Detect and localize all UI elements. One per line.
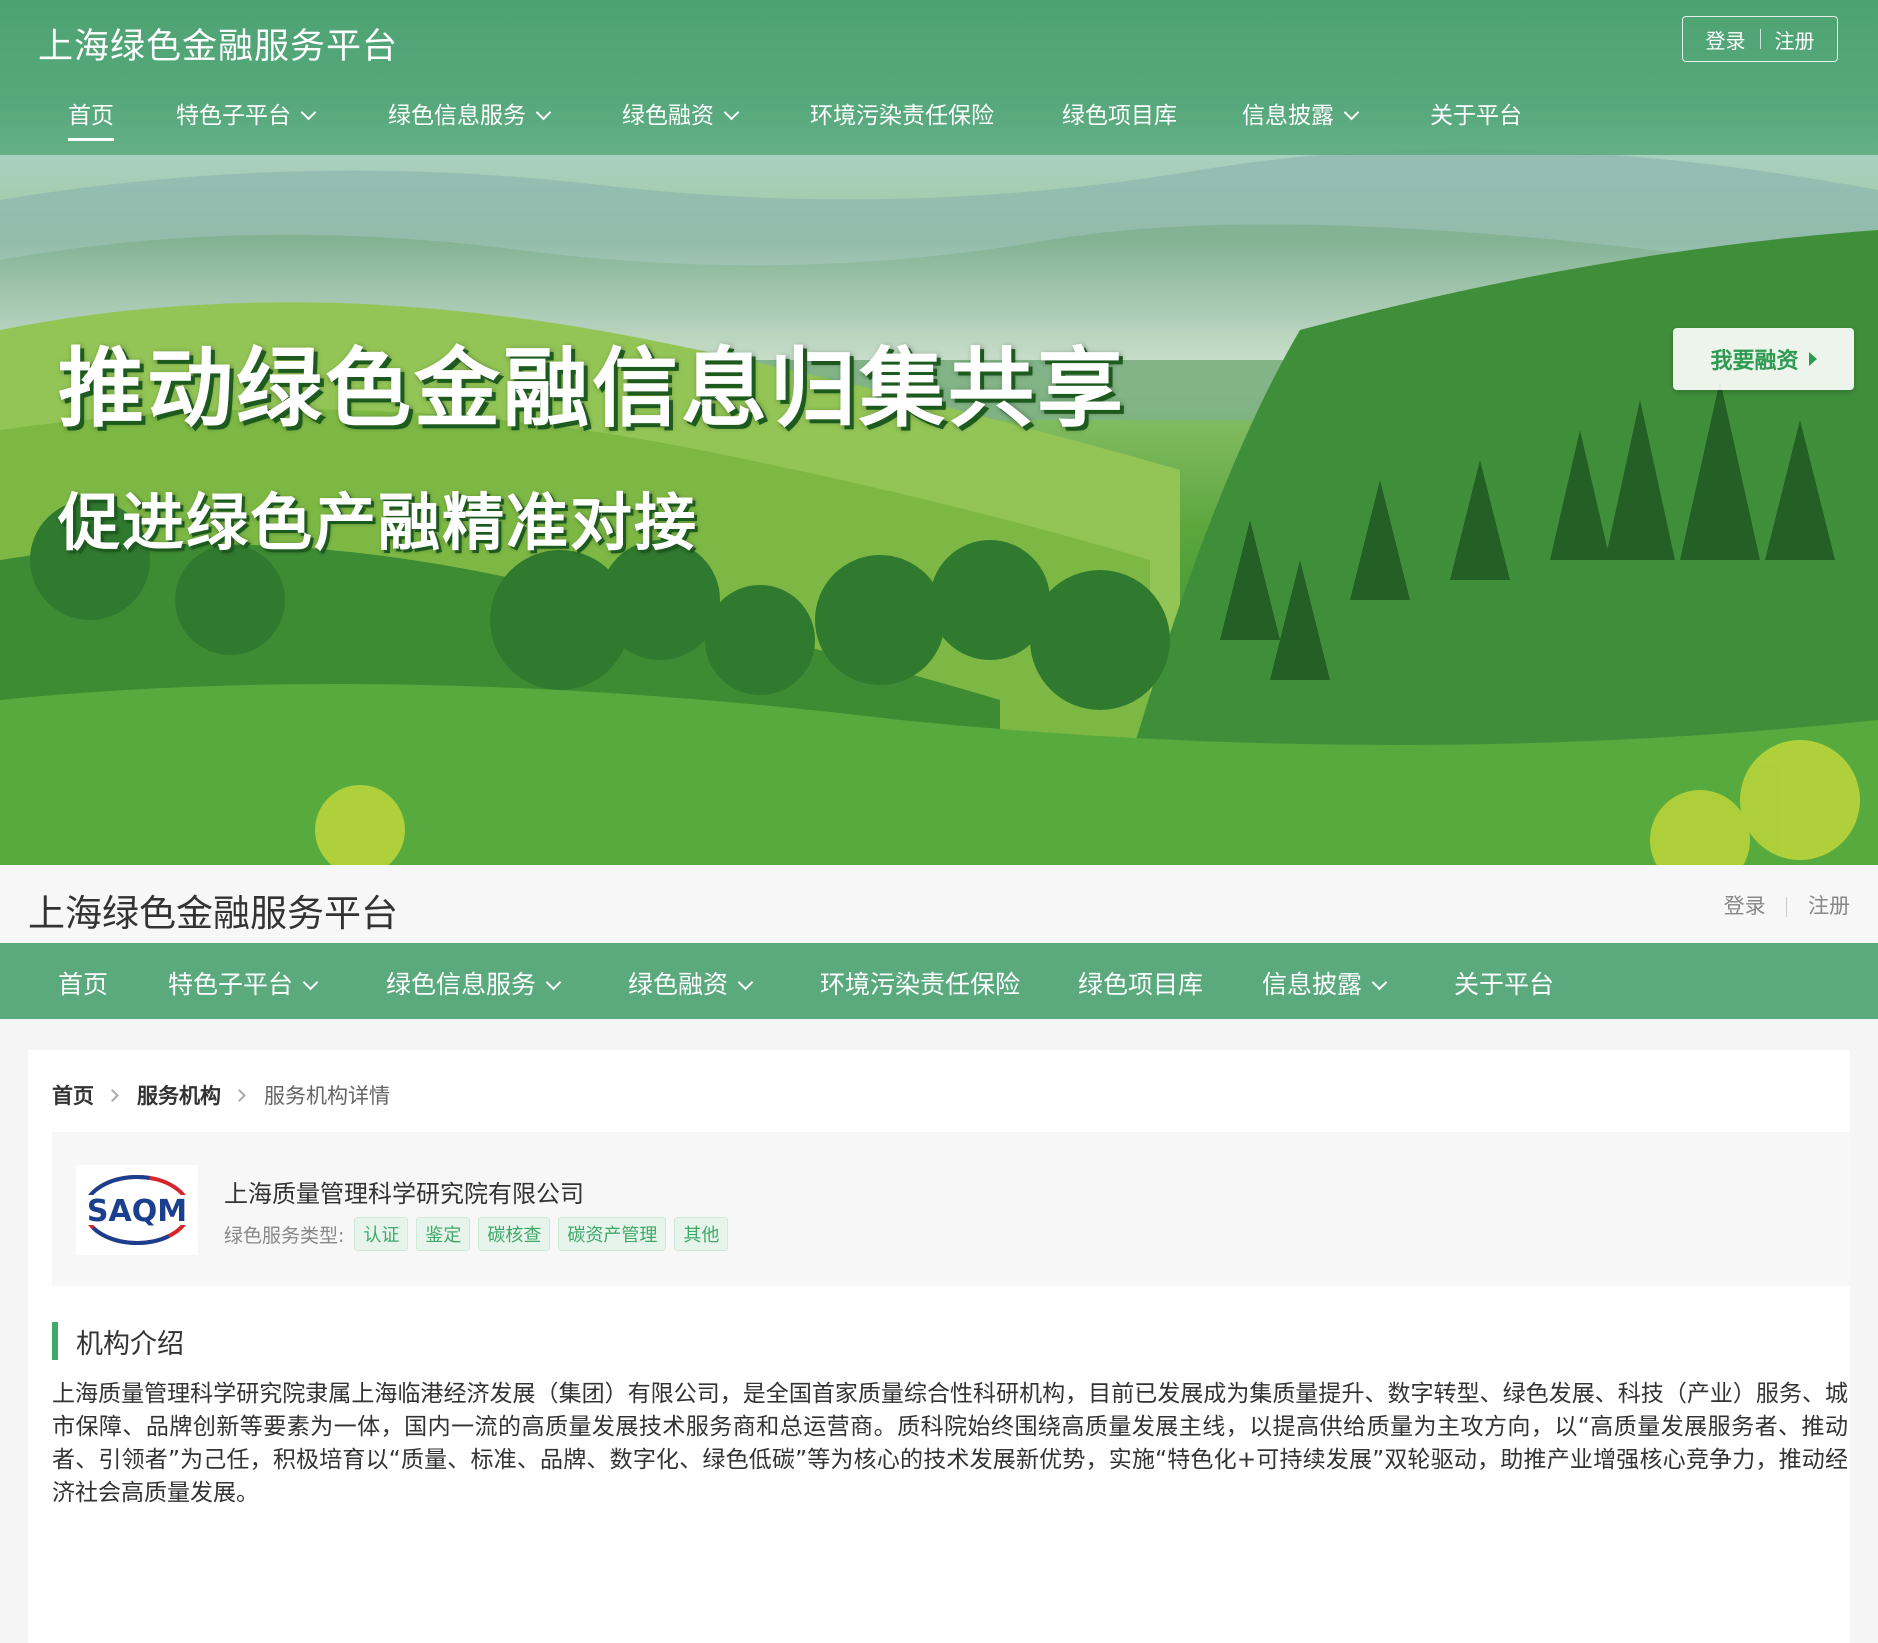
breadcrumb: 首页 服务机构 服务机构详情 [52,1080,390,1110]
divider [1759,29,1761,49]
nav-item-green-info[interactable]: 绿色信息服务 [388,96,552,130]
service-tag: 认证 [354,1217,409,1251]
section-accent-bar [52,1322,58,1360]
chevron-right-icon [233,1088,246,1102]
apply-finance-button[interactable]: 我要融资 [1673,328,1854,390]
register-link[interactable]: 注册 [1808,894,1850,918]
saqm-logo-icon: SAQM [80,1175,194,1245]
section-title-intro: 机构介绍 [52,1322,184,1360]
nav-item-green-finance[interactable]: 绿色融资 [622,96,740,130]
chevron-right-icon [106,1088,119,1102]
chevron-down-icon [545,974,562,991]
service-type-label: 绿色服务类型: [224,1224,345,1247]
chevron-down-icon [535,104,552,121]
login-link[interactable]: 登录 [1706,25,1746,54]
main-content: 首页 服务机构 服务机构详情 SAQM 上海质量管理科学研究院有限公司 绿色服务… [28,1050,1850,1643]
org-intro-text: 上海质量管理科学研究院隶属上海临港经济发展（集团）有限公司，是全国首家质量综合性… [52,1381,1848,1506]
service-tag: 碳资产管理 [558,1217,667,1251]
caret-right-icon [1808,352,1817,366]
chevron-down-icon [1371,974,1388,991]
service-tag: 鉴定 [416,1217,471,1251]
nav-item-about[interactable]: 关于平台 [1430,96,1522,130]
divider [1786,897,1788,917]
service-tag: 碳核查 [478,1217,551,1251]
nav-item-green-finance[interactable]: 绿色融资 [628,965,754,1001]
service-tag: 其他 [674,1217,729,1251]
nav-item-special-platforms[interactable]: 特色子平台 [176,96,317,130]
nav-item-about[interactable]: 关于平台 [1454,965,1554,1001]
site-title-secondary[interactable]: 上海绿色金融服务平台 [28,883,398,937]
breadcrumb-home[interactable]: 首页 [52,1080,94,1110]
nav-item-home[interactable]: 首页 [58,965,108,1001]
chevron-down-icon [302,974,319,991]
breadcrumb-current: 服务机构详情 [264,1084,390,1108]
nav-item-disclosure[interactable]: 信息披露 [1262,965,1388,1001]
org-card: SAQM 上海质量管理科学研究院有限公司 绿色服务类型: 认证 鉴定 碳核查 碳… [52,1132,1850,1286]
nav-item-disclosure[interactable]: 信息披露 [1242,96,1360,130]
nav-item-project-library[interactable]: 绿色项目库 [1078,965,1203,1001]
chevron-down-icon [737,974,754,991]
hero-slogan-sub: 促进绿色产融精准对接 [58,486,699,559]
logo-text: SAQM [87,1194,187,1229]
org-logo: SAQM [76,1165,198,1255]
breadcrumb-service-orgs[interactable]: 服务机构 [137,1080,221,1110]
nav-item-green-info[interactable]: 绿色信息服务 [386,965,562,1001]
nav-item-special-platforms[interactable]: 特色子平台 [168,965,319,1001]
auth-box: 登录 注册 [1682,16,1838,62]
hero-slogan-main: 推动绿色金融信息归集共享 [58,339,1126,439]
nav-item-pollution-insurance[interactable]: 环境污染责任保险 [820,965,1020,1001]
nav-item-home[interactable]: 首页 [68,96,114,141]
register-link[interactable]: 注册 [1775,25,1815,54]
sub-header: 上海绿色金融服务平台 登录 注册 [0,865,1878,943]
hero-banner: 上海绿色金融服务平台 登录 注册 首页 特色子平台 绿色信息服务 绿色融资 环境… [0,0,1878,865]
chevron-down-icon [1343,104,1360,121]
service-type-tags: 绿色服务类型: 认证 鉴定 碳核查 碳资产管理 其他 [224,1217,736,1251]
main-nav: 首页 特色子平台 绿色信息服务 绿色融资 环境污染责任保险 绿色项目库 信息披露… [0,943,1878,1019]
nav-item-project-library[interactable]: 绿色项目库 [1062,96,1177,130]
chevron-down-icon [300,104,317,121]
org-name: 上海质量管理科学研究院有限公司 [224,1180,584,1208]
nav-item-pollution-insurance[interactable]: 环境污染责任保险 [810,96,994,130]
auth-links: 登录 注册 [1724,890,1850,920]
site-title[interactable]: 上海绿色金融服务平台 [38,18,398,69]
login-link[interactable]: 登录 [1724,894,1766,918]
chevron-down-icon [723,104,740,121]
